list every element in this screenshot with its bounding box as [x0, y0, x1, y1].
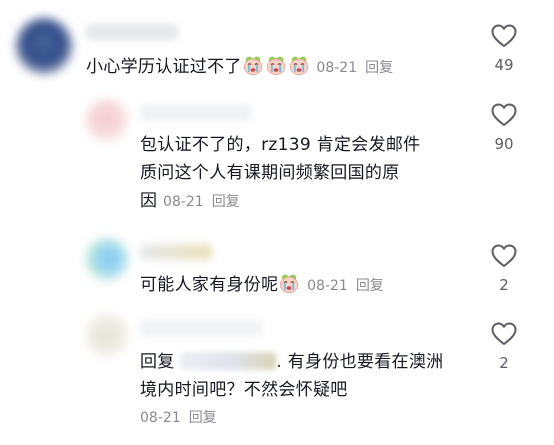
heart-outline-icon[interactable] [491, 24, 517, 48]
comment-line-last: 因 08-21 回复 [140, 187, 470, 216]
reply-button[interactable]: 回复 [189, 410, 217, 426]
comment-item: 小心学历认证过不了 08-21 回复 49 [0, 0, 554, 95]
heart-outline-icon[interactable] [491, 322, 517, 346]
reply-item: 回复 . 有身份也要看在澳洲 境内时间吧？不然会怀疑吧 08-21 回复 2 [0, 310, 554, 445]
crying-face-emoji-icon [289, 56, 308, 75]
reply-prefix: 回复 [140, 352, 175, 372]
avatar[interactable] [86, 99, 128, 141]
heart-outline-icon[interactable] [491, 103, 517, 127]
crying-face-emoji-icon [266, 56, 285, 75]
comment-line: 因 [140, 191, 158, 211]
avatar[interactable] [86, 238, 128, 280]
comment-text: 回复 . 有身份也要看在澳洲 境内时间吧？不然会怀疑吧 08-21 回复 [140, 348, 470, 432]
comment-meta: 08-21 回复 [316, 60, 393, 76]
comment-text: 可能人家有身份呢 08-21 回复 [140, 271, 384, 300]
comment-date: 08-21 [140, 410, 181, 426]
username[interactable] [140, 320, 262, 336]
like-count: 2 [499, 276, 509, 294]
like-count: 2 [499, 354, 509, 372]
username[interactable] [140, 105, 252, 121]
username[interactable] [86, 24, 178, 40]
crying-face-emoji-icon [278, 274, 301, 295]
like-button[interactable]: 2 [484, 322, 524, 372]
comment-line: 回复 . 有身份也要看在澳洲 [140, 348, 470, 376]
comment-line: 质问这个人有课期间频繁回国的原 [140, 163, 400, 183]
crying-face-emoji-icon [242, 56, 311, 77]
crying-face-emoji-icon [243, 56, 262, 75]
comment-body: 小心学历认证过不了 [86, 57, 242, 77]
comment-meta: 08-21 回复 [163, 194, 240, 210]
like-button[interactable]: 90 [484, 103, 524, 153]
reply-button[interactable]: 回复 [365, 60, 393, 76]
comment-date: 08-21 [307, 278, 348, 294]
comment-body: 可能人家有身份呢 [140, 275, 279, 295]
comment-text: 包认证不了的，rz139 肯定会发邮件 质问这个人有课期间频繁回国的原 因 08… [140, 131, 470, 216]
comment-date: 08-21 [316, 60, 358, 76]
comment-meta: 08-21 回复 [307, 278, 384, 294]
comment-line: 境内时间吧？不然会怀疑吧 [140, 380, 348, 400]
like-count: 90 [494, 135, 514, 153]
avatar[interactable] [86, 314, 128, 356]
comment-line: 包认证不了的，rz139 肯定会发邮件 [140, 135, 421, 155]
reply-item: 可能人家有身份呢 08-21 回复 2 [0, 232, 554, 307]
comment-text: 小心学历认证过不了 08-21 回复 [86, 53, 393, 82]
like-count: 49 [494, 56, 514, 74]
comment-line: . 有身份也要看在澳洲 [276, 352, 444, 372]
reply-item: 包认证不了的，rz139 肯定会发邮件 质问这个人有课期间频繁回国的原 因 08… [0, 95, 554, 225]
comment-meta: 08-21 回复 [140, 404, 470, 432]
reply-button[interactable]: 回复 [212, 194, 240, 210]
heart-outline-icon[interactable] [491, 244, 517, 268]
mentioned-username[interactable] [180, 352, 277, 370]
reply-button[interactable]: 回复 [356, 278, 384, 294]
comment-date: 08-21 [163, 194, 204, 210]
username[interactable] [140, 244, 212, 260]
avatar[interactable] [16, 18, 72, 74]
crying-face-emoji-icon [280, 274, 299, 293]
like-button[interactable]: 49 [484, 24, 524, 74]
like-button[interactable]: 2 [484, 244, 524, 294]
